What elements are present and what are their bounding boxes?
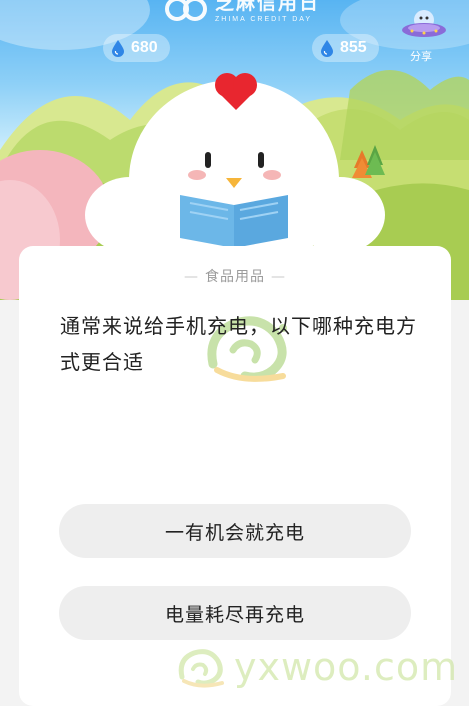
- site-watermark: yxwoo.com: [176, 645, 458, 689]
- ufo-share-icon: [402, 10, 446, 37]
- answer-option-2[interactable]: 电量耗尽再充电: [59, 586, 411, 640]
- divider: —: [271, 269, 286, 285]
- watermark-text: yxwoo.com: [234, 645, 459, 689]
- energy-counter-opponent[interactable]: 855: [312, 34, 379, 62]
- question-text: 通常来说给手机充电，以下哪种充电方式更合适: [60, 314, 417, 374]
- divider: —: [184, 269, 199, 285]
- logo-mark-icon: [165, 0, 207, 21]
- share-button[interactable]: 分享: [400, 6, 448, 68]
- water-drop-icon: [321, 40, 333, 57]
- question-category: — 食品用品 —: [19, 266, 451, 286]
- energy-value-self: 680: [131, 39, 158, 56]
- snail-watermark-icon: [178, 649, 224, 688]
- energy-counter-self[interactable]: 680: [103, 34, 170, 62]
- question-card: — 食品用品 — 通常来说给手机充电，以下哪种充电方式更合适 一有机会就充电 电量耗…: [19, 246, 451, 706]
- share-label: 分享: [410, 50, 432, 63]
- category-label: 食品用品: [205, 269, 265, 285]
- logo-subtitle: ZHIMA CREDIT DAY: [215, 16, 313, 23]
- energy-value-opponent: 855: [340, 39, 367, 56]
- app-logo: 芝麻信用日 ZHIMA CREDIT DAY: [165, 0, 320, 23]
- logo-title: 芝麻信用日: [215, 0, 321, 14]
- answer-option-1[interactable]: 一有机会就充电: [59, 504, 411, 558]
- water-drop-icon: [112, 40, 124, 57]
